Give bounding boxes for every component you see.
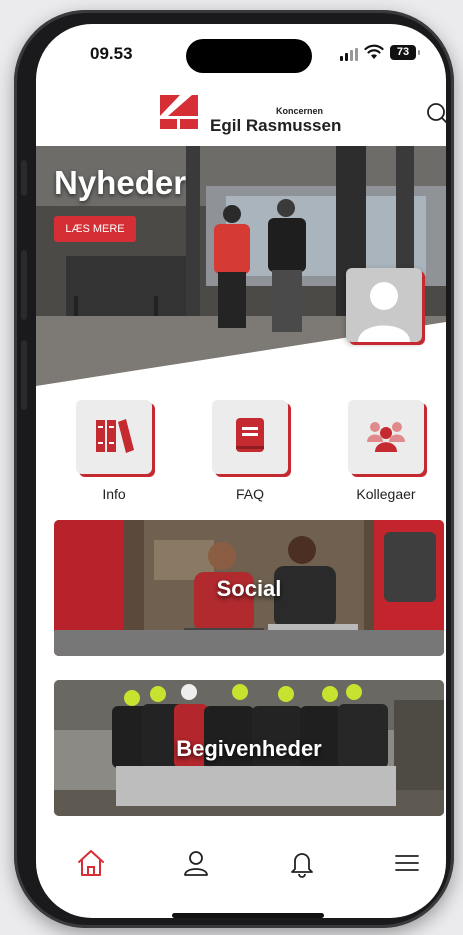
people-icon [367, 422, 405, 452]
side-button [21, 340, 27, 410]
colleagues-label: Kollegaer [356, 486, 416, 502]
status-time: 09.53 [90, 44, 133, 63]
info-tile[interactable] [76, 400, 152, 474]
bell-icon[interactable] [287, 848, 317, 878]
side-button [21, 160, 27, 196]
logo-name: Egil Rasmussen [210, 116, 342, 135]
colleagues-tile[interactable] [348, 400, 424, 474]
hero-title: Nyheder [54, 164, 187, 201]
profile-icon[interactable] [181, 848, 211, 878]
events-label: Begivenheder [176, 736, 322, 761]
battery-icon: 73 [390, 45, 416, 60]
dynamic-island [186, 39, 312, 73]
faq-label: FAQ [235, 486, 264, 502]
books-icon [96, 419, 134, 453]
avatar[interactable] [346, 268, 422, 342]
events-banner[interactable]: Begivenheder [54, 680, 444, 816]
side-button [21, 250, 27, 320]
info-label: Info [102, 486, 126, 502]
home-icon[interactable] [76, 848, 106, 878]
home-indicator[interactable] [172, 913, 324, 918]
social-label: Social [216, 576, 282, 601]
search-icon[interactable] [424, 100, 446, 128]
battery-tip [418, 50, 420, 55]
logo-subtitle: Koncernen [276, 106, 324, 116]
logo-icon [160, 95, 198, 129]
news-hero[interactable]: Nyheder LÆS MERE [36, 146, 446, 386]
faq-tile[interactable] [212, 400, 288, 474]
wifi-icon [364, 44, 384, 59]
book-icon [236, 418, 264, 452]
user-placeholder-icon [358, 282, 410, 342]
social-banner[interactable]: Social [54, 520, 444, 656]
menu-icon[interactable] [392, 848, 422, 878]
signal-icon [340, 48, 358, 61]
app-screen: 09.53 73 Koncernen Egil Rasmussen Nyhede… [36, 24, 446, 918]
read-more-button[interactable]: LÆS MERE [54, 216, 136, 242]
